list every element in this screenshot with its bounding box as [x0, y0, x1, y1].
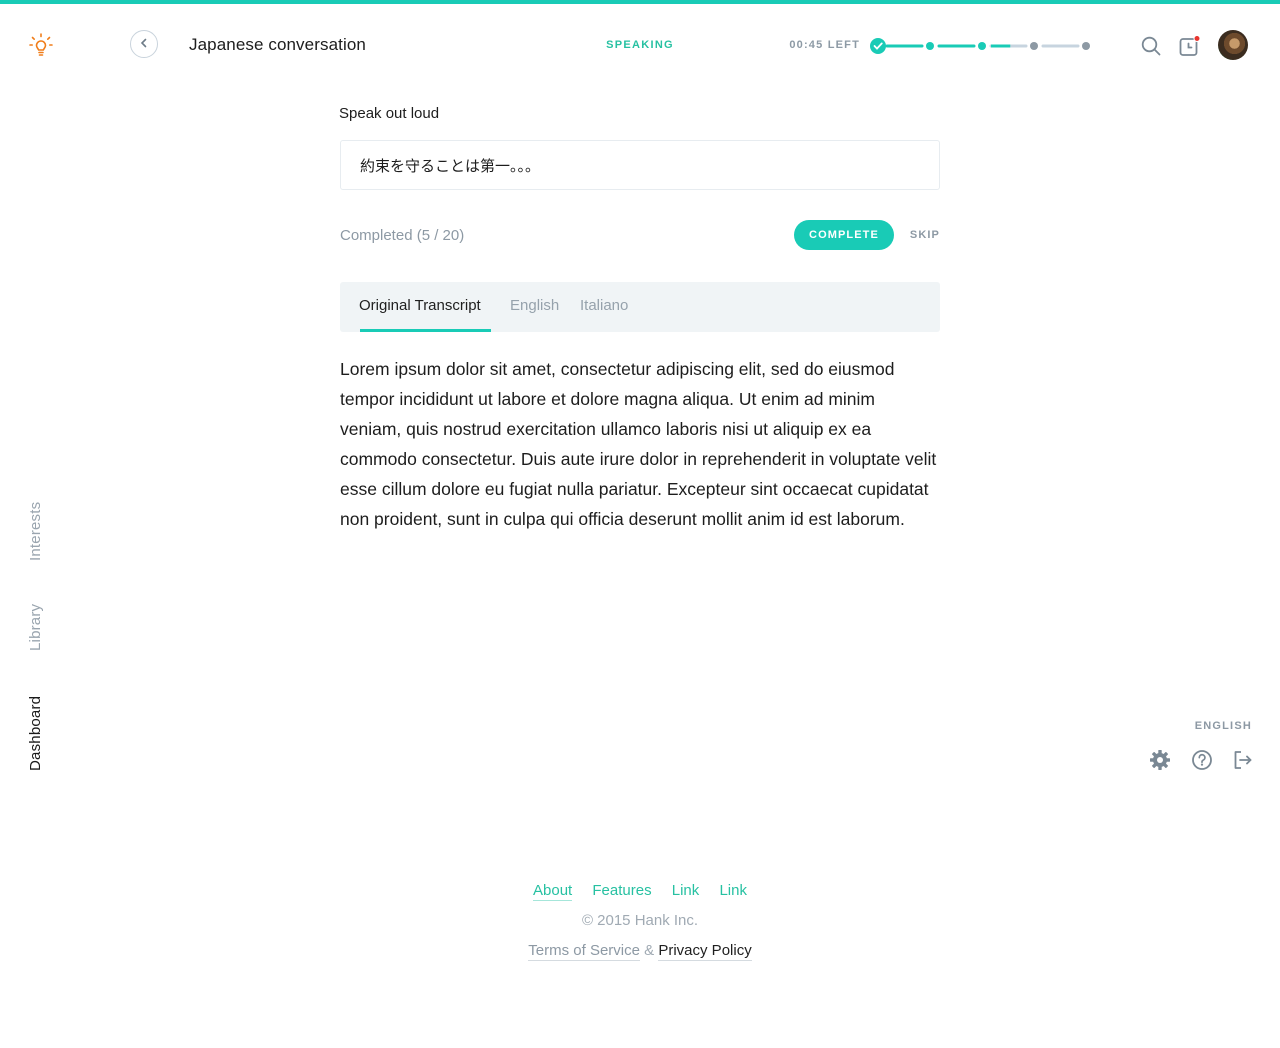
progress-stage-complete	[926, 42, 934, 50]
side-nav-dashboard[interactable]: Dashboard	[27, 696, 44, 771]
footer-link-features[interactable]: Features	[592, 882, 651, 900]
footer-links: About Features Link Link	[0, 882, 1280, 901]
completed-counter: Completed (5 / 20)	[340, 227, 465, 244]
mode-label: SPEAKING	[606, 39, 674, 51]
back-button[interactable]	[130, 30, 158, 58]
tab-italiano[interactable]: Italiano	[580, 297, 628, 314]
search-icon[interactable]	[1140, 35, 1162, 57]
history-icon[interactable]	[1178, 35, 1201, 57]
progress-stage-complete	[870, 38, 886, 54]
tab-english[interactable]: English	[510, 297, 559, 314]
complete-button[interactable]: COMPLETE	[794, 220, 894, 250]
legal-links: Terms of Service & Privacy Policy	[0, 942, 1280, 961]
footer-link-about[interactable]: About	[533, 882, 573, 901]
progress-tracker	[870, 38, 1090, 54]
progress-stage-pending	[1030, 42, 1038, 50]
help-icon[interactable]	[1191, 749, 1213, 771]
legal-separator: &	[644, 942, 655, 959]
language-selector[interactable]: ENGLISH	[1170, 720, 1252, 732]
progress-stage-pending	[1082, 42, 1090, 50]
side-nav-library[interactable]: Library	[27, 604, 44, 651]
page-title: Japanese conversation	[189, 35, 366, 54]
terms-of-service-link[interactable]: Terms of Service	[528, 942, 640, 961]
time-left: 00:45 LEFT	[789, 39, 860, 51]
tab-original-transcript[interactable]: Original Transcript	[359, 297, 481, 314]
logout-icon[interactable]	[1232, 749, 1254, 771]
prompt-text-box: 約束を守ることは第一。。。	[340, 140, 940, 190]
progress-stage-complete	[978, 42, 986, 50]
transcript-text: Lorem ipsum dolor sit amet, consectetur …	[340, 359, 937, 529]
notification-dot	[1193, 35, 1201, 42]
gear-icon[interactable]	[1149, 749, 1171, 771]
footer-link[interactable]: Link	[719, 882, 747, 900]
copyright: © 2015 Hank Inc.	[581, 912, 699, 929]
lightbulb-logo-icon[interactable]	[29, 33, 53, 59]
active-tab-indicator	[360, 329, 491, 332]
chevron-left-icon	[139, 35, 149, 53]
transcript-tabs: Original Transcript English Italiano	[340, 282, 940, 332]
side-nav-interests[interactable]: Interests	[27, 502, 44, 561]
prompt-label: Speak out loud	[339, 105, 440, 122]
top-accent-bar	[0, 0, 1280, 4]
avatar[interactable]	[1218, 30, 1248, 60]
footer-link[interactable]: Link	[672, 882, 700, 900]
skip-button[interactable]: SKIP	[900, 229, 940, 241]
privacy-policy-link[interactable]: Privacy Policy	[658, 942, 752, 961]
